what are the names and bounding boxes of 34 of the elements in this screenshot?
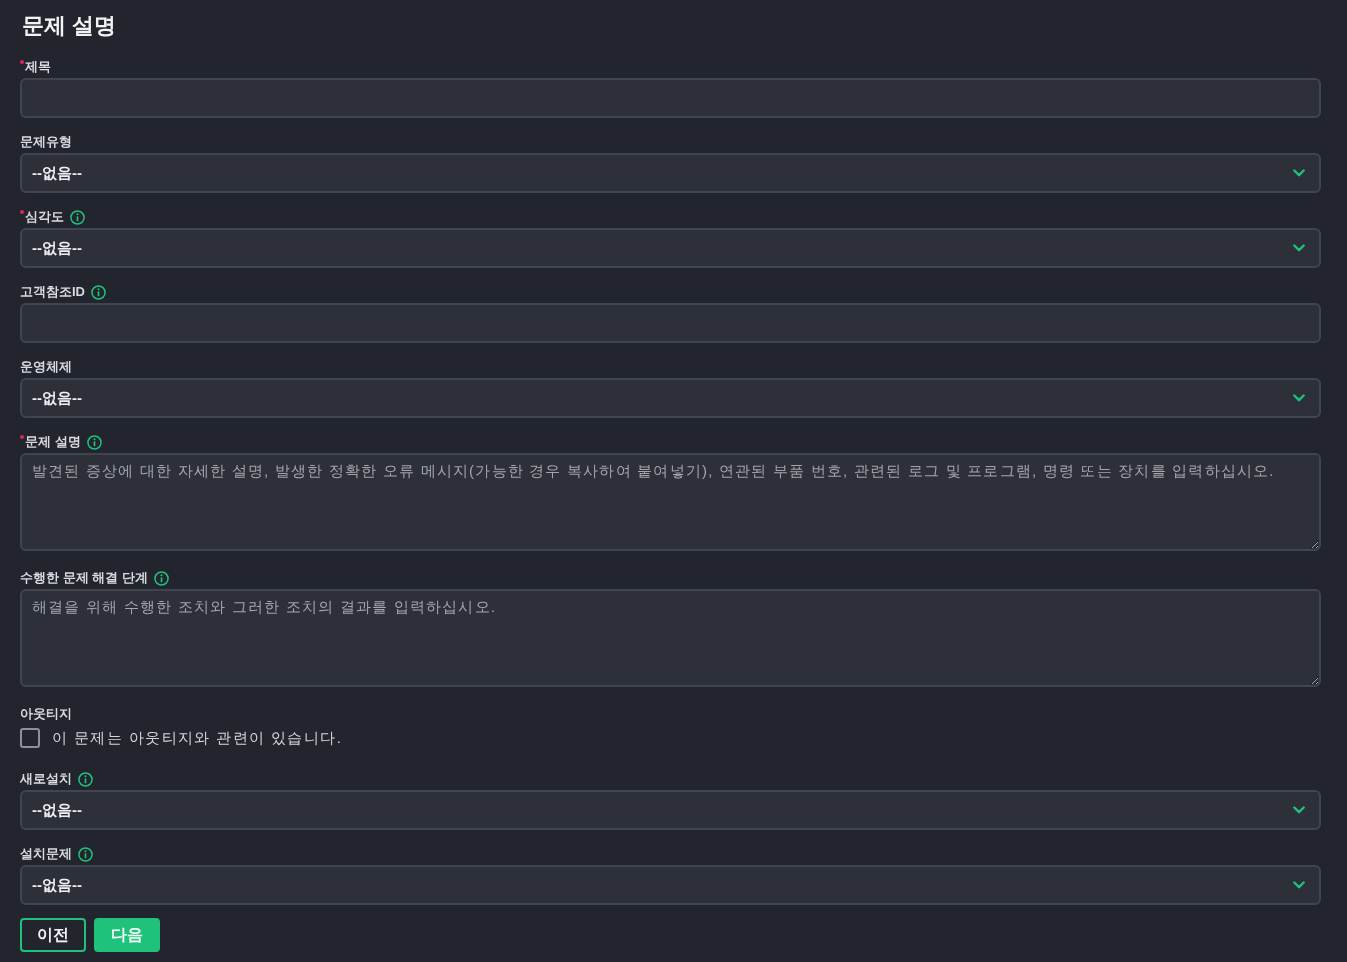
field-label: 고객참조ID	[20, 283, 85, 302]
checkbox-label: 이 문제는 아웃티지와 관련이 있습니다.	[52, 727, 343, 748]
field-label: 심각도	[25, 208, 64, 227]
field-label: 설치문제	[20, 845, 72, 864]
dropdown-field[interactable]: --없음--	[20, 228, 1321, 268]
text-input-field[interactable]	[20, 303, 1321, 343]
text-area-field[interactable]: 발견된 증상에 대한 자세한 설명, 발생한 정확한 오류 메시지(가능한 경우 복사하여 붙여넣기), 연관된 부품 번호, 관련된 로그 및 프로그램, 명령 또는 장치를 입력하십시오.	[20, 453, 1321, 551]
info-icon[interactable]	[86, 434, 102, 450]
chevron-down-icon	[1293, 881, 1305, 889]
info-icon[interactable]	[78, 846, 93, 862]
checkbox[interactable]	[20, 728, 40, 748]
chevron-down-icon	[1293, 169, 1305, 177]
field-label: 문제 설명	[25, 433, 81, 452]
field-label: 수행한 문제 해결 단계	[20, 569, 148, 588]
info-icon[interactable]	[70, 209, 85, 225]
previous-button[interactable]: 이전	[20, 918, 86, 952]
info-icon[interactable]	[153, 570, 169, 586]
section-title: 문제 설명	[22, 12, 118, 40]
dropdown-field[interactable]: --없음--	[20, 153, 1321, 193]
field-label: 운영체제	[20, 358, 72, 377]
info-icon[interactable]	[91, 284, 106, 300]
text-input-field[interactable]	[20, 78, 1321, 118]
field-label: 아웃티지	[20, 705, 72, 724]
dropdown-field[interactable]: --없음--	[20, 378, 1321, 418]
dropdown-field[interactable]: --없음--	[20, 790, 1321, 830]
chevron-down-icon	[1293, 806, 1305, 814]
text-area-field[interactable]: 해결을 위해 수행한 조치와 그러한 조치의 결과를 입력하십시오.	[20, 589, 1321, 687]
field-label: 새로설치	[20, 770, 72, 789]
field-label: 문제유형	[20, 133, 72, 152]
info-icon[interactable]	[78, 771, 93, 787]
chevron-down-icon	[1293, 244, 1305, 252]
chevron-down-icon	[1293, 394, 1305, 402]
dropdown-field[interactable]: --없음--	[20, 865, 1321, 905]
field-label: 제목	[25, 58, 51, 77]
